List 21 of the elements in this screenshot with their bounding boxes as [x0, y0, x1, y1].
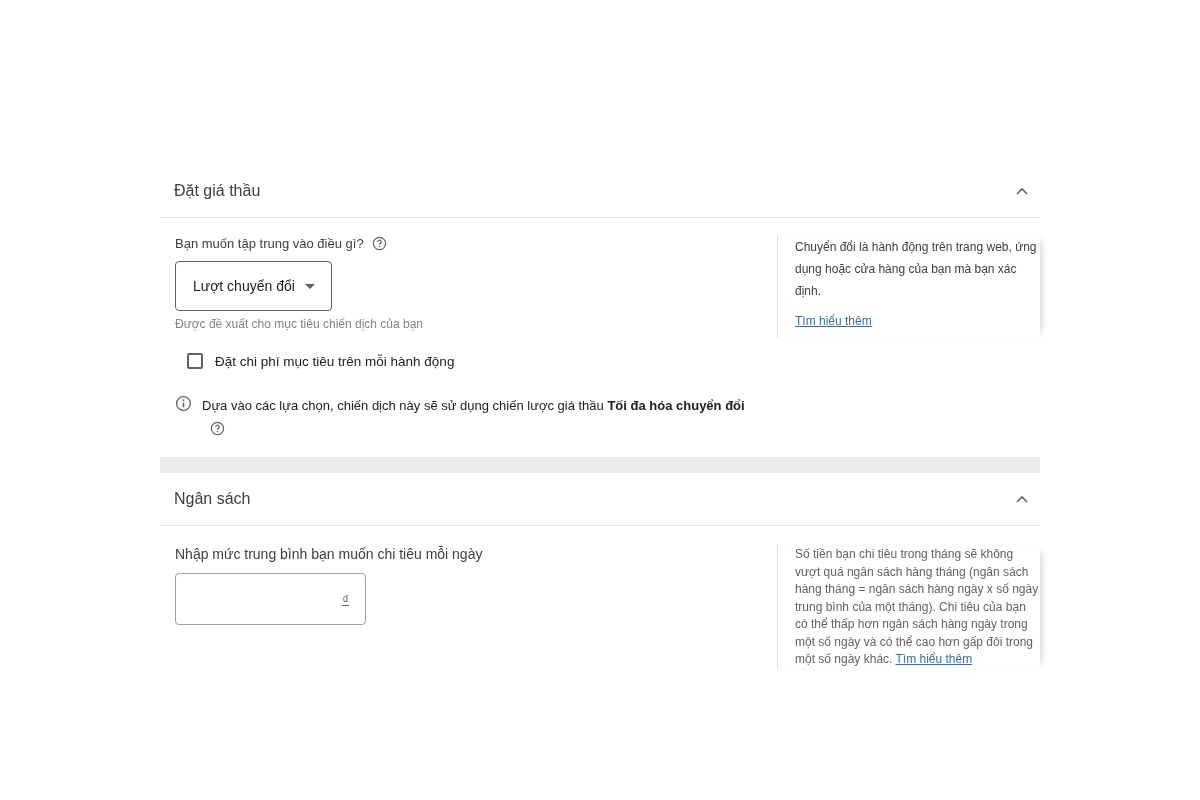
info-text: Dựa vào các lựa chọn, chiến dịch này sẽ sử dụng chiến lược giá thầu Tối đa hóa chuyển đổi — [202, 398, 745, 413]
help-icon[interactable] — [371, 236, 387, 251]
help-icon[interactable] — [210, 421, 225, 437]
help-text: Số tiền bạn chi tiêu trong tháng sẽ không vượt quá ngân sách hàng tháng (ngân sách hàng tháng = ngân sách hàng ngày x số ngày trung bình của một tháng). Chi tiêu của bạn có thể thấp hơn ngân sách hàng ngày trong một số ngày và có thể cao hơn gấp đôi trong một số ngày khác. Tìm hiểu thêm — [795, 546, 1040, 668]
info-icon — [175, 395, 192, 412]
section-header[interactable]: Đặt giá thầu — [160, 165, 1040, 218]
budget-input[interactable]: ₫ — [175, 573, 366, 625]
section-header[interactable]: Ngân sách — [160, 473, 1040, 526]
help-text: Chuyển đổi là hành động trên trang web, ứng dụng hoặc cửa hàng của bạn mà bạn xác định. — [795, 239, 1038, 300]
caret-icon — [304, 283, 315, 289]
checkbox[interactable] — [187, 353, 203, 369]
field-label: Nhập mức trung bình bạn muốn chi tiêu mỗi ngày — [175, 546, 484, 562]
dropdown[interactable]: Lượt chuyển đổi — [175, 261, 332, 311]
learn-more-link[interactable]: Tìm hiểu thêm — [895, 652, 973, 666]
section-title: Ngân sách — [174, 490, 251, 508]
currency-symbol: ₫ — [342, 591, 349, 607]
hint-text: Được đề xuất cho mục tiêu chiến dịch của bạn — [175, 317, 425, 331]
question-label: Bạn muốn tập trung vào điều gì? — [175, 236, 364, 251]
learn-more-link[interactable]: Tìm hiểu thêm — [795, 314, 872, 328]
checkbox-label: Đặt chi phí mục tiêu trên mỗi hành động — [215, 353, 455, 369]
section-title: Đặt giá thầu — [174, 182, 261, 200]
